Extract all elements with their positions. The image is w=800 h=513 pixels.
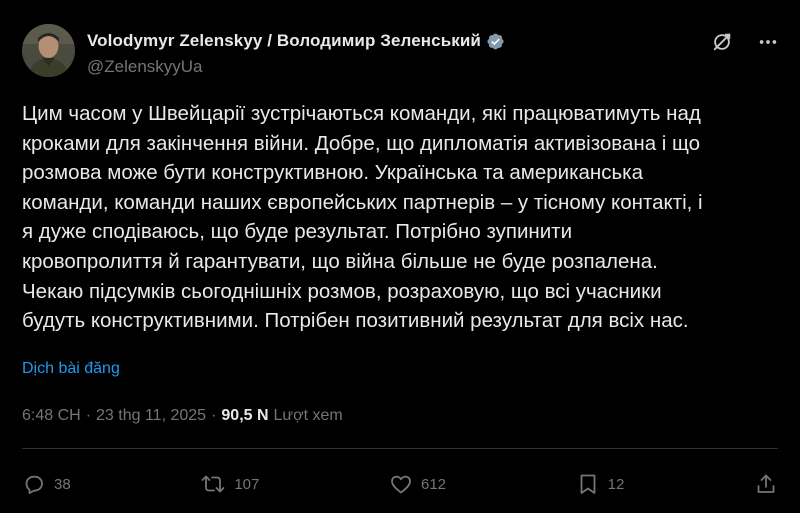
handle[interactable]: @ZelenskyyUa: [87, 57, 505, 77]
share-button[interactable]: [754, 472, 778, 496]
views-count: 90,5 N: [221, 407, 269, 424]
divider: [22, 448, 778, 449]
bookmark-count: 12: [607, 475, 625, 493]
views-label: Lượt xem: [273, 407, 343, 424]
avatar[interactable]: [22, 24, 75, 77]
reply-button[interactable]: 38: [22, 472, 71, 496]
more-options-icon[interactable]: [756, 30, 780, 54]
post-metadata: 6:48 CH · 23 thg 11, 2025 · 90,5 N Lượt …: [22, 407, 343, 425]
translate-post-link[interactable]: Dịch bài đăng: [22, 360, 120, 378]
like-count: 612: [421, 475, 447, 493]
top-edge: [0, 0, 800, 6]
post-time[interactable]: 6:48 CH: [22, 407, 81, 425]
bookmark-icon: [576, 472, 600, 496]
reply-icon: [22, 472, 46, 496]
separator-dot: ·: [85, 407, 92, 424]
display-name[interactable]: Volodymyr Zelenskyy / Володимир Зеленськ…: [87, 31, 481, 51]
grok-icon[interactable]: [710, 30, 734, 54]
repost-count: 107: [234, 475, 260, 493]
repost-icon: [200, 472, 226, 496]
verified-badge-icon: [486, 32, 505, 51]
heart-icon: [389, 472, 413, 496]
separator-dot: ·: [211, 407, 217, 424]
like-button[interactable]: 612: [389, 472, 446, 496]
post-date[interactable]: 23 thg 11, 2025: [96, 407, 206, 425]
repost-button[interactable]: 107: [200, 472, 259, 496]
post-header: Volodymyr Zelenskyy / Володимир Зеленськ…: [22, 24, 780, 80]
reply-count: 38: [54, 475, 71, 493]
bookmark-button[interactable]: 12: [576, 472, 625, 496]
post-text: Цим часом у Швейцарії зустрічаються кома…: [22, 102, 703, 333]
action-bar: 38 107 612 12: [22, 468, 778, 500]
share-icon: [754, 472, 778, 496]
